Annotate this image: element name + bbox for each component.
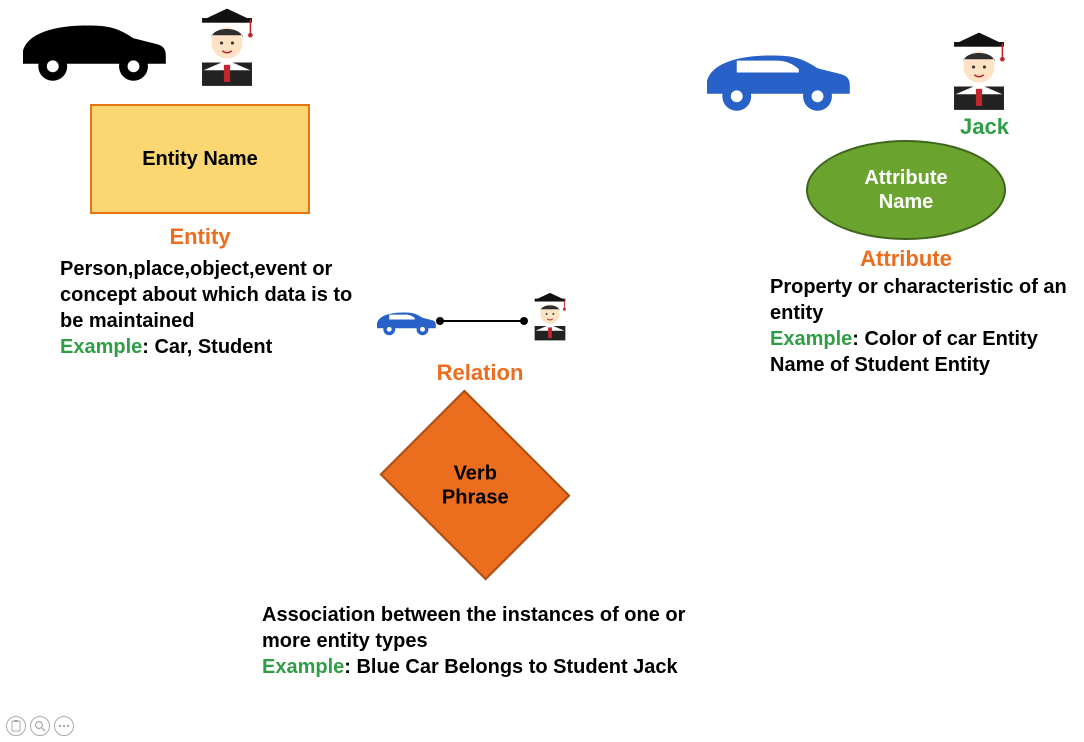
- magnifier-icon[interactable]: [30, 716, 50, 736]
- student-icon: [940, 28, 1018, 114]
- relation-illustration: [370, 290, 590, 350]
- entity-shape-label: Entity Name: [142, 148, 258, 171]
- car-icon: [6, 0, 176, 85]
- entity-example-label: Example: [60, 336, 142, 358]
- relation-desc: Association between the instances of one…: [262, 604, 685, 652]
- attribute-desc: Property or characteristic of an entity: [770, 276, 1067, 324]
- student-graphic-right: [940, 28, 1018, 119]
- relation-heading: Relation: [370, 360, 590, 386]
- entity-example-text: : Car, Student: [142, 336, 272, 358]
- viewer-toolbar: [6, 716, 74, 736]
- relation-line: [438, 320, 526, 322]
- student-icon: [188, 4, 266, 90]
- relation-endpoint: [436, 317, 444, 325]
- attribute-shape-label: Attribute Name: [864, 166, 947, 214]
- jack-label: Jack: [960, 114, 1009, 140]
- entity-desc-block: Person,place,object,event or concept abo…: [60, 256, 360, 360]
- car-icon: [690, 30, 860, 115]
- student-graphic-left: [188, 4, 266, 95]
- attribute-shape: Attribute Name: [806, 140, 1006, 240]
- attribute-example-label: Example: [770, 328, 852, 350]
- clipboard-icon[interactable]: [6, 716, 26, 736]
- car-icon: [370, 302, 440, 337]
- entity-shape: Entity Name: [90, 104, 310, 214]
- relation-shape-wrap: Verb Phrase: [370, 400, 580, 570]
- car-black-graphic: [6, 0, 176, 90]
- entity-desc: Person,place,object,event or concept abo…: [60, 258, 352, 332]
- relation-shape-label: Verb Phrase: [442, 461, 509, 509]
- student-icon: [526, 290, 574, 343]
- relation-shape: Verb Phrase: [380, 390, 571, 581]
- more-icon[interactable]: [54, 716, 74, 736]
- entity-heading: Entity: [90, 224, 310, 250]
- relation-example-text: : Blue Car Belongs to Student Jack: [344, 656, 677, 678]
- relation-desc-block: Association between the instances of one…: [262, 602, 732, 680]
- attribute-heading: Attribute: [806, 246, 1006, 272]
- relation-example-label: Example: [262, 656, 344, 678]
- attribute-desc-block: Property or characteristic of an entity …: [770, 274, 1070, 378]
- car-blue-graphic: [690, 30, 860, 120]
